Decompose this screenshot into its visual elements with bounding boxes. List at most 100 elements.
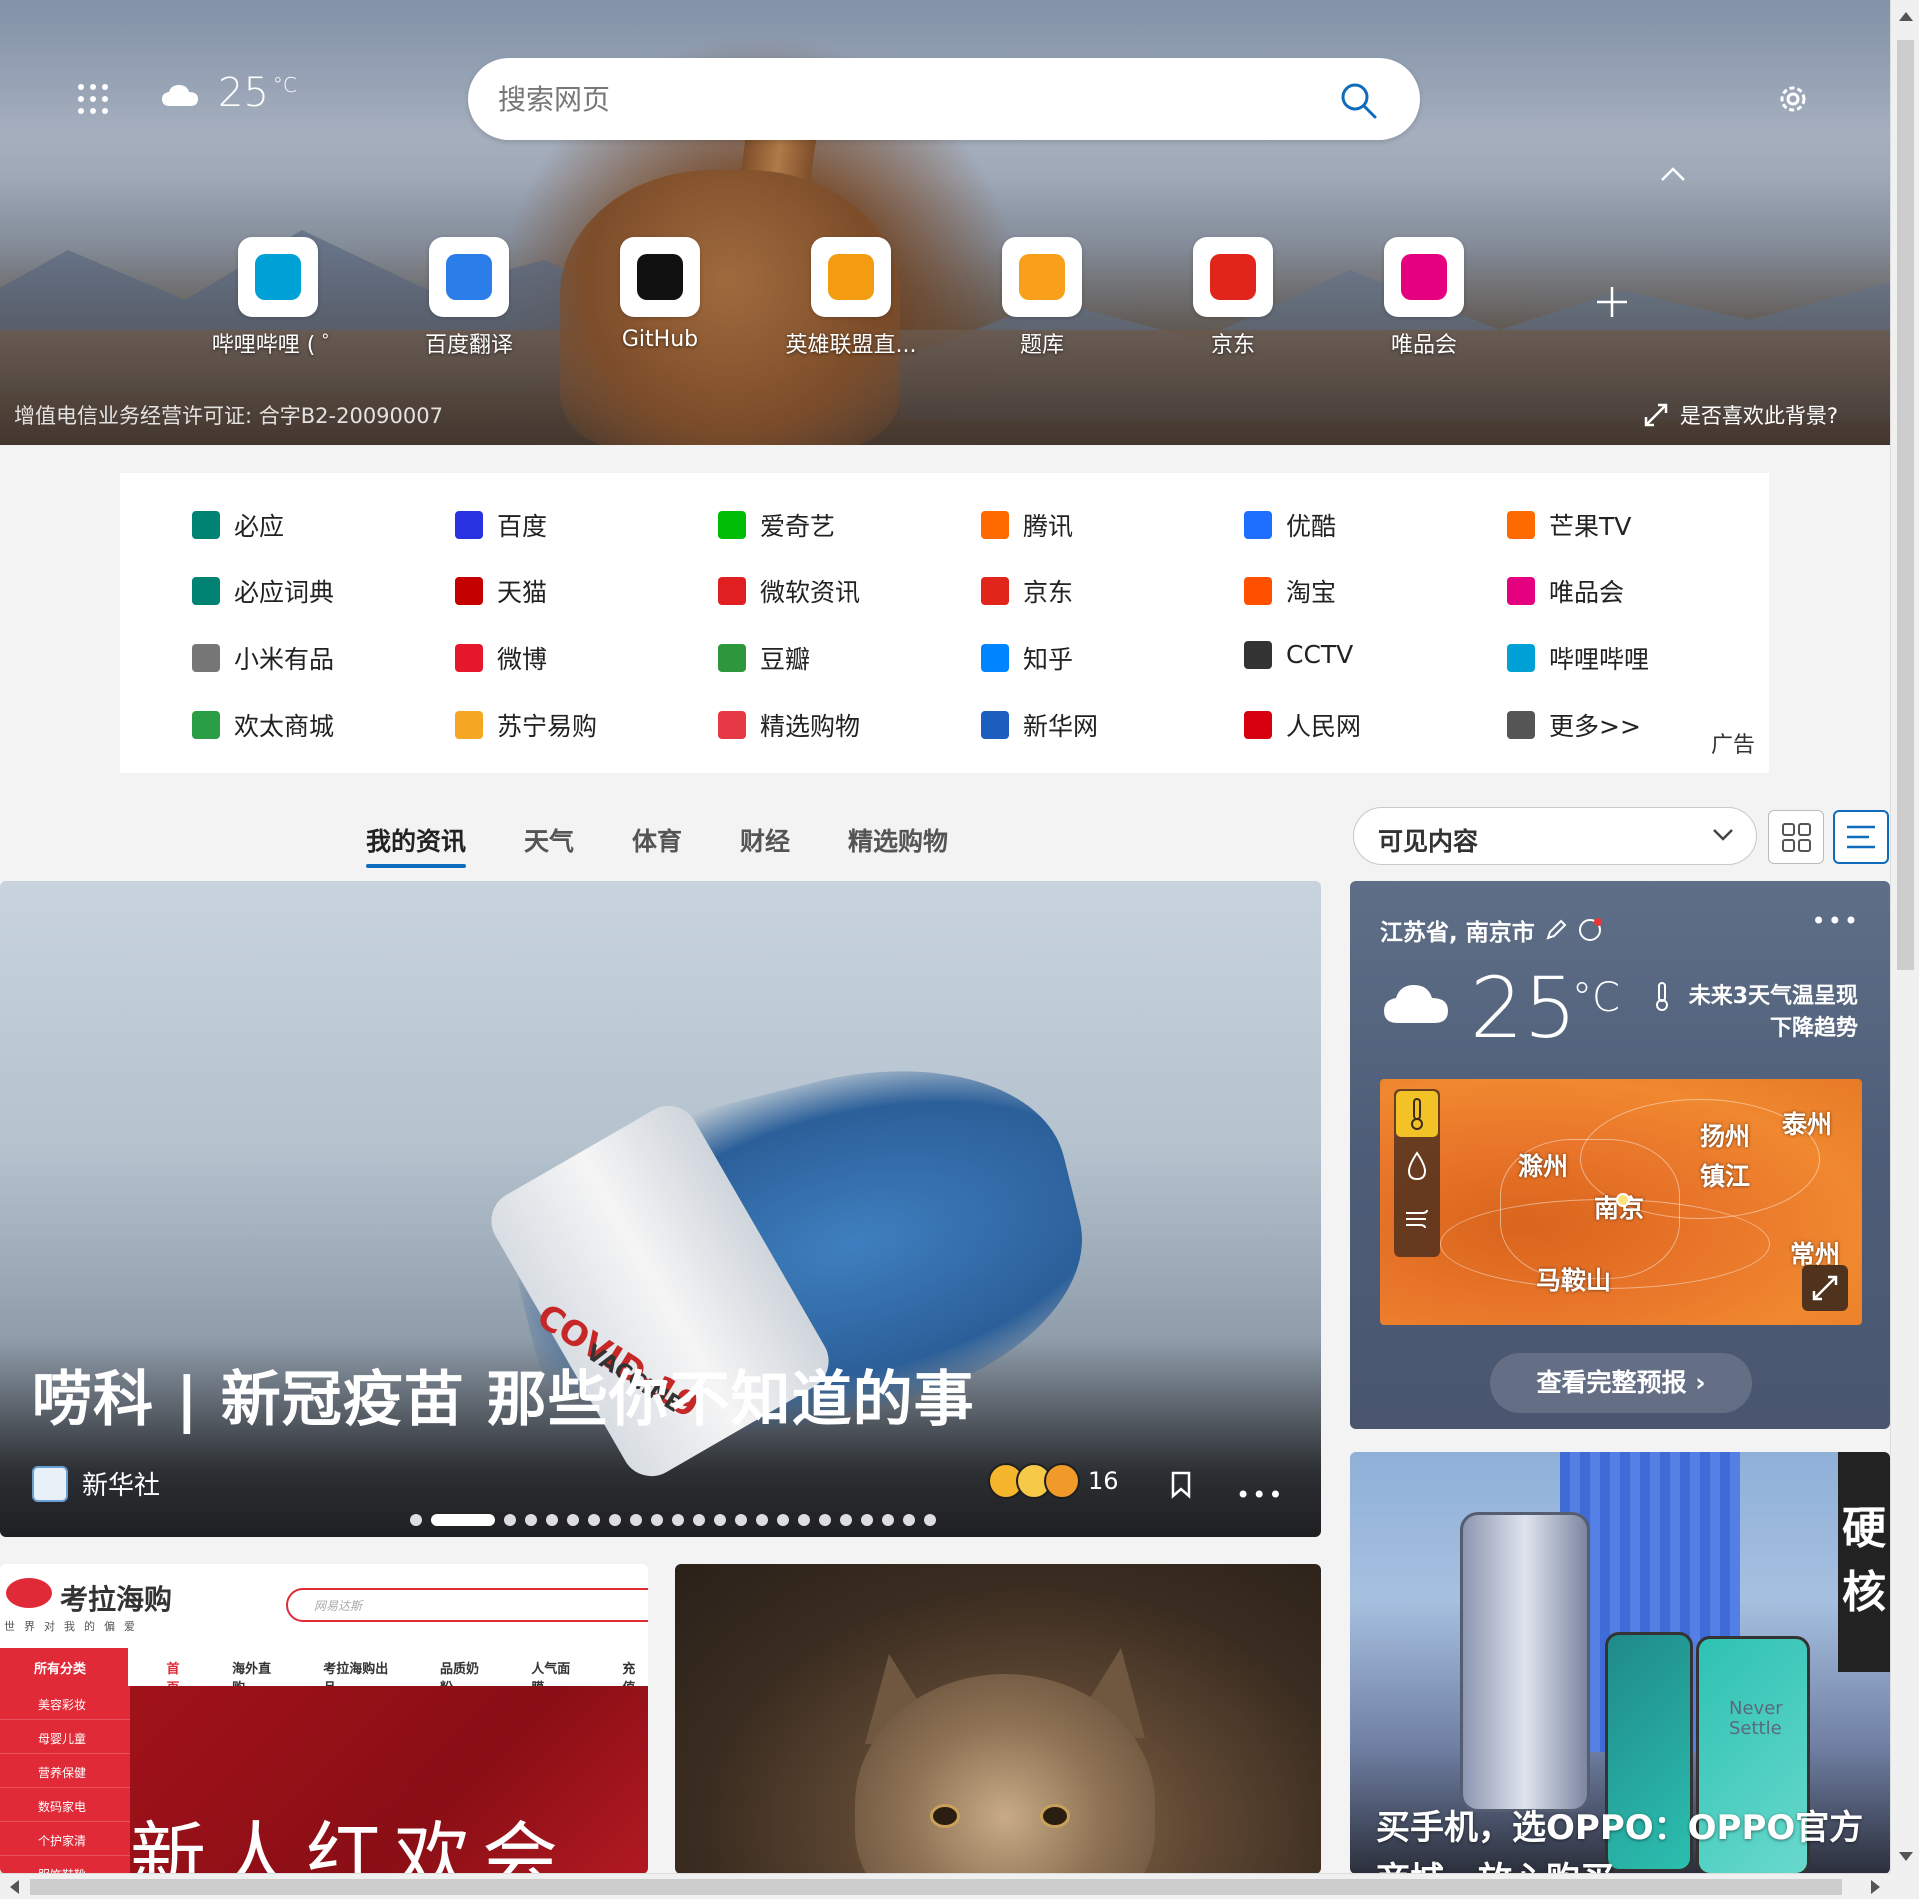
horizontal-scroll-thumb[interactable] xyxy=(30,1879,1842,1895)
search-input[interactable] xyxy=(496,74,1296,124)
tab-1[interactable]: 天气 xyxy=(524,822,574,858)
carousel-dot[interactable] xyxy=(756,1514,768,1526)
oppo-ad-card[interactable]: Never Settle 硬核 买手机，选OPPO：OPPO官方 商城，放心购买 xyxy=(1350,1452,1890,1874)
collapse-chevron-icon[interactable] xyxy=(1660,166,1686,182)
carousel-dot[interactable] xyxy=(431,1514,495,1526)
scroll-left-arrow-icon[interactable] xyxy=(10,1880,19,1894)
carousel-dot[interactable] xyxy=(672,1514,684,1526)
scroll-down-arrow-icon[interactable] xyxy=(1899,1852,1913,1861)
reactions[interactable]: 16 xyxy=(988,1463,1119,1499)
carousel-dot[interactable] xyxy=(840,1514,852,1526)
quick-link[interactable]: 欢太商城 xyxy=(192,707,334,743)
carousel-dot[interactable] xyxy=(903,1514,915,1526)
quick-link[interactable]: 微软资讯 xyxy=(718,573,860,609)
search-icon[interactable] xyxy=(1338,80,1378,120)
bookmark-icon[interactable] xyxy=(1170,1471,1192,1499)
tab-4[interactable]: 精选购物 xyxy=(848,822,948,858)
carousel-dot[interactable] xyxy=(567,1514,579,1526)
gear-icon[interactable] xyxy=(1774,80,1812,118)
cat-news-card[interactable] xyxy=(675,1564,1321,1874)
kaola-ad-card[interactable]: 考拉海购 世界对我的偏爱 网易达斯 所有分类 首页 海外直购 考拉海购出品 品质… xyxy=(0,1564,648,1874)
wind-icon[interactable] xyxy=(1404,1207,1430,1229)
add-shortcut-icon[interactable] xyxy=(1595,285,1629,319)
like-background-link[interactable]: 是否喜欢此背景? xyxy=(1644,400,1838,430)
shortcut-tile[interactable]: 京东 xyxy=(1158,237,1308,359)
carousel-dot[interactable] xyxy=(861,1514,873,1526)
carousel-dot[interactable] xyxy=(693,1514,705,1526)
quick-link[interactable]: 优酷 xyxy=(1244,507,1336,543)
carousel-dot[interactable] xyxy=(819,1514,831,1526)
scroll-right-arrow-icon[interactable] xyxy=(1871,1880,1880,1894)
weather-more-icon[interactable]: ••• xyxy=(1812,907,1860,935)
carousel-dot[interactable] xyxy=(546,1514,558,1526)
full-forecast-button[interactable]: 查看完整预报 › xyxy=(1490,1353,1752,1413)
quick-link[interactable]: 哔哩哔哩 xyxy=(1507,640,1649,676)
quick-link[interactable]: 腾讯 xyxy=(981,507,1073,543)
scroll-up-arrow-icon[interactable] xyxy=(1899,12,1913,21)
shortcut-tile[interactable]: 题库 xyxy=(967,237,1117,359)
shortcut-tile[interactable]: 百度翻译 xyxy=(394,237,544,359)
edit-pencil-icon[interactable] xyxy=(1545,919,1567,941)
list-view-button[interactable] xyxy=(1833,810,1889,864)
quick-link[interactable]: 苏宁易购 xyxy=(455,707,597,743)
carousel-dot[interactable] xyxy=(798,1514,810,1526)
quick-link[interactable]: 人民网 xyxy=(1244,707,1361,743)
cloud-icon[interactable] xyxy=(160,82,200,108)
quick-link[interactable]: 唯品会 xyxy=(1507,573,1624,609)
quick-link[interactable]: 更多>> xyxy=(1507,707,1641,743)
tab-2[interactable]: 体育 xyxy=(632,822,682,858)
quick-link[interactable]: 小米有品 xyxy=(192,640,334,676)
vertical-scrollbar[interactable] xyxy=(1890,0,1919,1873)
weather-map[interactable]: 扬州 泰州 滁州 镇江 南京 常州 马鞍山 xyxy=(1380,1079,1862,1325)
tab-0[interactable]: 我的资讯 xyxy=(366,822,467,868)
shortcut-tile[interactable]: 英雄联盟直... xyxy=(776,237,926,359)
shortcut-tile[interactable]: GitHub xyxy=(585,237,735,352)
quick-link[interactable]: 必应词典 xyxy=(192,573,334,609)
featured-news-card[interactable]: COVID-19 VACCINE 唠科 | 新冠疫苗 那些你不知道的事 新华社 … xyxy=(0,881,1321,1537)
shortcut-tile[interactable]: 哔哩哔哩 ( ゜ xyxy=(203,237,353,359)
quick-link[interactable]: 百度 xyxy=(455,507,547,543)
apps-grid-icon[interactable] xyxy=(78,84,108,114)
quick-link[interactable]: CCTV xyxy=(1244,640,1353,669)
carousel-dot[interactable] xyxy=(924,1514,936,1526)
shortcut-tile[interactable]: 唯品会 xyxy=(1349,237,1499,359)
horizontal-scrollbar[interactable] xyxy=(0,1873,1890,1899)
visible-content-dropdown[interactable]: 可见内容 xyxy=(1353,807,1757,865)
carousel-dot[interactable] xyxy=(630,1514,642,1526)
carousel-dot[interactable] xyxy=(588,1514,600,1526)
carousel-dot[interactable] xyxy=(714,1514,726,1526)
carousel-dot[interactable] xyxy=(504,1514,516,1526)
vertical-scroll-thumb[interactable] xyxy=(1897,40,1914,970)
tab-3[interactable]: 财经 xyxy=(740,822,790,858)
quick-link[interactable]: 京东 xyxy=(981,573,1073,609)
carousel-dot[interactable] xyxy=(525,1514,537,1526)
carousel-dot[interactable] xyxy=(651,1514,663,1526)
quick-link[interactable]: 微博 xyxy=(455,640,547,676)
carousel-dot[interactable] xyxy=(777,1514,789,1526)
quick-link[interactable]: 天猫 xyxy=(455,573,547,609)
quick-link[interactable]: 豆瓣 xyxy=(718,640,810,676)
quick-link[interactable]: 芒果TV xyxy=(1507,507,1631,543)
more-options-icon[interactable]: ••• xyxy=(1236,1481,1284,1509)
temperature-layer-button[interactable] xyxy=(1396,1091,1438,1137)
precipitation-icon[interactable] xyxy=(1406,1151,1428,1181)
weather-location[interactable]: 江苏省, 南京市 xyxy=(1380,913,1603,947)
carousel-dot[interactable] xyxy=(882,1514,894,1526)
map-expand-button[interactable] xyxy=(1802,1265,1848,1311)
weather-card[interactable]: 江苏省, 南京市 ••• 25 °C 未来3天气温呈现 下降趋势 扬州 泰州 滁… xyxy=(1350,881,1890,1429)
quick-link[interactable]: 精选购物 xyxy=(718,707,860,743)
quick-link[interactable]: 爱奇艺 xyxy=(718,507,835,543)
news-source[interactable]: 新华社 xyxy=(32,1465,160,1502)
header-temperature[interactable]: 25 °C xyxy=(218,70,297,116)
quick-link[interactable]: 必应 xyxy=(192,507,284,543)
quick-link[interactable]: 知乎 xyxy=(981,640,1073,676)
carousel-dot[interactable] xyxy=(735,1514,747,1526)
oppo-ad-title[interactable]: 买手机，选OPPO：OPPO官方 商城，放心购买 xyxy=(1376,1802,1863,1874)
quick-link[interactable]: 淘宝 xyxy=(1244,573,1336,609)
grid-view-button[interactable] xyxy=(1768,810,1824,864)
featured-news-title[interactable]: 唠科 | 新冠疫苗 那些你不知道的事 xyxy=(32,1351,975,1438)
locate-icon[interactable] xyxy=(1577,917,1603,943)
license-text[interactable]: 增值电信业务经营许可证: 合字B2-20090007 xyxy=(14,400,443,430)
search-box[interactable] xyxy=(468,58,1420,140)
carousel-dot[interactable] xyxy=(609,1514,621,1526)
